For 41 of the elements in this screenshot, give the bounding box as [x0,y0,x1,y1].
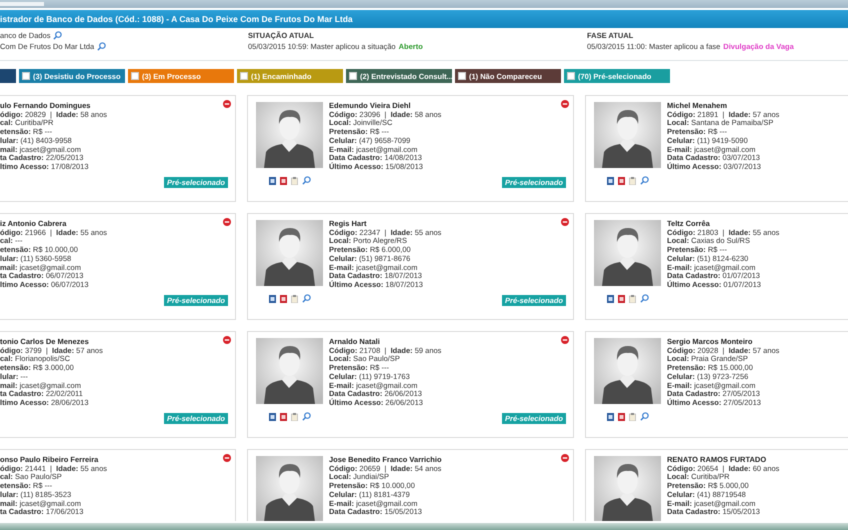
clipboard-icon[interactable] [628,412,636,420]
window-title: istrador de Banco de Dados (Cód.: 1088) - A Casa Do Peixe Com De Frutos Do Mar Ltda [0,10,848,28]
remove-icon[interactable] [561,336,569,344]
view-profile-icon[interactable] [302,412,310,421]
pdf-document-icon[interactable] [618,294,624,302]
remove-icon[interactable] [223,336,231,344]
clipboard-icon[interactable] [628,294,636,302]
checkbox[interactable] [22,72,30,80]
remove-icon[interactable] [223,100,231,108]
checkbox[interactable] [131,72,139,80]
search-icon[interactable] [97,42,106,51]
remove-icon[interactable] [561,218,569,226]
clipboard-icon[interactable] [290,412,298,420]
checkbox[interactable] [458,72,466,80]
clipboard-icon[interactable] [290,294,298,302]
view-profile-icon[interactable] [302,294,310,303]
word-document-icon[interactable] [268,176,276,184]
pdf-document-icon[interactable] [280,294,286,302]
remove-icon[interactable] [223,218,231,226]
pdf-document-icon[interactable] [280,412,286,420]
clipboard-icon[interactable] [628,176,636,184]
view-profile-icon[interactable] [640,412,648,421]
view-profile-icon[interactable] [640,176,648,185]
checkbox[interactable] [240,72,248,80]
word-document-icon[interactable] [268,294,276,302]
remove-icon[interactable] [223,454,231,462]
view-profile-icon[interactable] [640,294,648,303]
word-document-icon[interactable] [606,294,614,302]
pdf-document-icon[interactable] [280,176,286,184]
checkbox[interactable] [567,72,575,80]
view-profile-icon[interactable] [302,176,310,185]
word-document-icon[interactable] [606,176,614,184]
search-icon[interactable] [53,31,62,40]
clipboard-icon[interactable] [290,176,298,184]
remove-icon[interactable] [561,454,569,462]
checkbox[interactable] [349,72,357,80]
word-document-icon[interactable] [606,412,614,420]
remove-icon[interactable] [561,100,569,108]
pdf-document-icon[interactable] [618,176,624,184]
pdf-document-icon[interactable] [618,412,624,420]
word-document-icon[interactable] [268,412,276,420]
